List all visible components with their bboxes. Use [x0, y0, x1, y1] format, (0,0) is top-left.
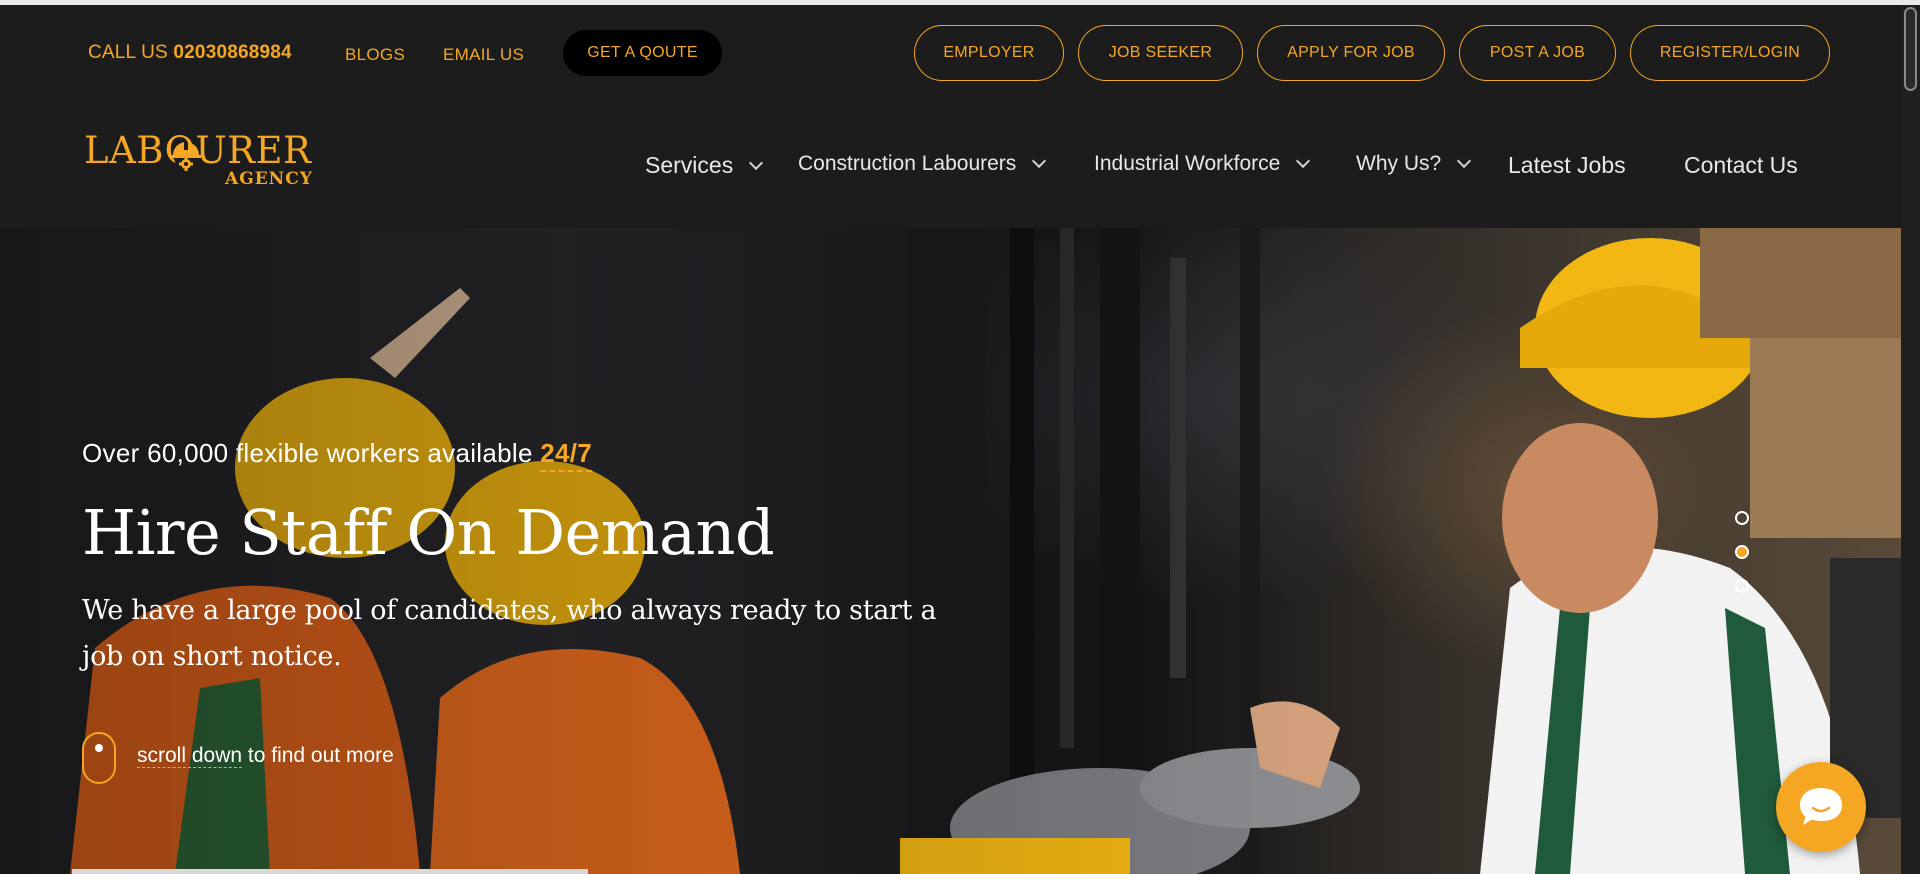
nav-label: Services	[645, 152, 734, 178]
nav-label: Industrial Workforce	[1094, 152, 1281, 175]
page-scrollbar[interactable]	[1901, 5, 1920, 874]
nav-latest-jobs[interactable]: Latest Jobs	[1508, 152, 1626, 179]
email-us-link[interactable]: EMAIL US	[443, 45, 524, 65]
employer-button[interactable]: EMPLOYER	[914, 25, 1064, 81]
mouse-scroll-icon[interactable]	[82, 732, 116, 784]
scroll-rest-text: to find out more	[247, 744, 394, 767]
nav-label: Contact Us	[1684, 152, 1798, 178]
chat-button[interactable]	[1776, 762, 1866, 852]
chevron-down-icon	[1457, 153, 1472, 169]
hero-slider: Over 60,000 flexible workers available 2…	[0, 228, 1901, 874]
chevron-down-icon	[749, 155, 764, 170]
slider-dot-3[interactable]	[1735, 579, 1749, 593]
apply-for-job-button[interactable]: APPLY FOR JOB	[1257, 25, 1445, 81]
slider-dot-2[interactable]	[1735, 545, 1749, 559]
slider-pagination	[1735, 511, 1751, 613]
tagline-highlight: 24/7	[540, 438, 593, 472]
chat-bubble-icon	[1800, 788, 1842, 825]
chevron-down-icon	[1032, 153, 1047, 169]
top-bar: CALL US 02030868984 BLOGS EMAIL US GET A…	[0, 5, 1901, 101]
website: CALL US 02030868984 BLOGS EMAIL US GET A…	[0, 5, 1901, 874]
nav-label: Construction Labourers	[798, 152, 1017, 175]
scrollbar-thumb[interactable]	[1904, 7, 1917, 91]
nav-services[interactable]: Services	[645, 152, 764, 179]
call-label: CALL US	[88, 42, 168, 63]
scroll-wheel-dot	[95, 744, 103, 752]
register-login-button[interactable]: REGISTER/LOGIN	[1630, 25, 1830, 81]
helmet-gear-icon	[171, 142, 201, 171]
nav-construction-labourers[interactable]: Construction Labourers	[798, 152, 1047, 176]
get-quote-button[interactable]: GET A QOUTE	[563, 30, 722, 76]
nav-industrial-workforce[interactable]: Industrial Workforce	[1094, 152, 1311, 176]
page: CALL US 02030868984 BLOGS EMAIL US GET A…	[0, 0, 1920, 874]
call-us[interactable]: CALL US 02030868984	[88, 42, 292, 64]
scroll-down-link[interactable]: scroll down to find out more	[137, 744, 394, 768]
scroll-link-text: scroll down	[137, 744, 243, 768]
hero-tagline: Over 60,000 flexible workers available 2…	[82, 438, 593, 472]
tagline-text: Over 60,000 flexible workers available	[82, 438, 533, 468]
hero-headline: Hire Staff On Demand	[82, 496, 775, 569]
chevron-down-icon	[1296, 153, 1311, 169]
site-logo[interactable]: LABOURER AGENCY	[84, 131, 324, 191]
job-seeker-button[interactable]: JOB SEEKER	[1078, 25, 1243, 81]
blogs-link[interactable]: BLOGS	[345, 45, 405, 65]
phone-number[interactable]: 02030868984	[173, 42, 291, 63]
nav-why-us[interactable]: Why Us?	[1356, 152, 1472, 176]
logo-subtext: AGENCY	[225, 169, 313, 189]
nav-label: Latest Jobs	[1508, 152, 1626, 178]
nav-contact-us[interactable]: Contact Us	[1684, 152, 1798, 179]
hero-subline: We have a large pool of candidates, who …	[82, 595, 937, 672]
post-a-job-button[interactable]: POST A JOB	[1459, 25, 1616, 81]
slider-dot-1[interactable]	[1735, 511, 1749, 525]
nav-label: Why Us?	[1356, 152, 1442, 175]
hero-progress-bar	[72, 869, 588, 874]
